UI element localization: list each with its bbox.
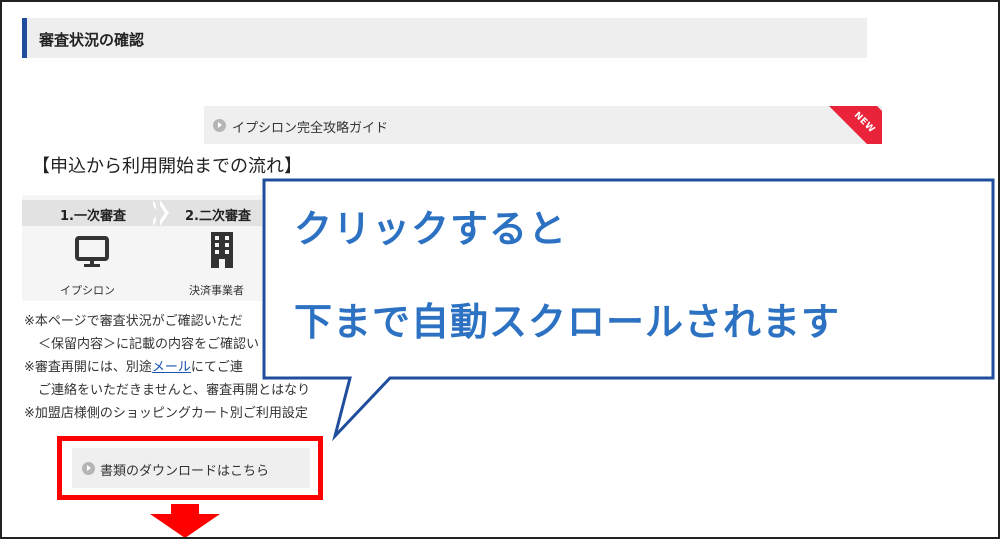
callout-line-2: 下まで自動スクロールされます <box>294 300 841 344</box>
note-line: ＜保留内容＞に記載の内容をご確認い <box>38 337 260 352</box>
section-header: 審査状況の確認 <box>22 18 867 58</box>
step-chevron <box>156 200 165 226</box>
step-1-bar: 1.一次審査 <box>22 200 162 226</box>
callout-line-1: クリックすると <box>294 207 568 251</box>
step-1-label: 1.一次審査 <box>60 209 126 224</box>
step-2-bar: 2.二次審査 <box>162 200 262 226</box>
note-text: にてご連 <box>190 360 243 375</box>
page-frame: 審査状況の確認 イプシロン完全攻略ガイド NEW 【申込から利用開始までの流れ】… <box>0 0 1000 539</box>
new-badge: NEW <box>828 106 882 144</box>
note-line: ご連絡をいただきませんと、審査再開とはなり <box>38 383 311 398</box>
new-badge-label: NEW <box>851 110 877 136</box>
step-2-sub: 決済事業者 <box>189 284 244 297</box>
down-arrow-icon <box>150 504 220 537</box>
note-text: ※審査再開には、別途 <box>24 360 152 375</box>
flow-steps: 1.一次審査 2.二次審査 イプシロン 決済事業者 <box>22 195 262 301</box>
note-line: ※審査再開には、別途メールにてご連 <box>24 356 310 379</box>
guide-link[interactable]: イプシロン完全攻略ガイド NEW <box>204 106 882 144</box>
arrow-circle-icon <box>213 119 226 132</box>
note-line: ※本ページで審査状況がご確認いただ <box>24 314 243 329</box>
mail-link[interactable]: メール <box>152 360 191 375</box>
flow-title: 【申込から利用開始までの流れ】 <box>32 156 302 177</box>
notes: ※本ページで審査状況がご確認いただ ＜保留内容＞に記載の内容をご確認い ※審査再… <box>24 310 310 425</box>
highlight-box <box>57 436 323 500</box>
section-title: 審査状況の確認 <box>39 31 145 49</box>
guide-link-label: イプシロン完全攻略ガイド <box>232 121 389 136</box>
step-1-sub: イプシロン <box>60 284 115 297</box>
step-2-label: 2.二次審査 <box>185 209 251 224</box>
building-icon <box>211 232 233 268</box>
monitor-icon <box>75 236 109 267</box>
note-line: ※加盟店様側のショッピングカート別ご利用設定 <box>24 406 308 421</box>
